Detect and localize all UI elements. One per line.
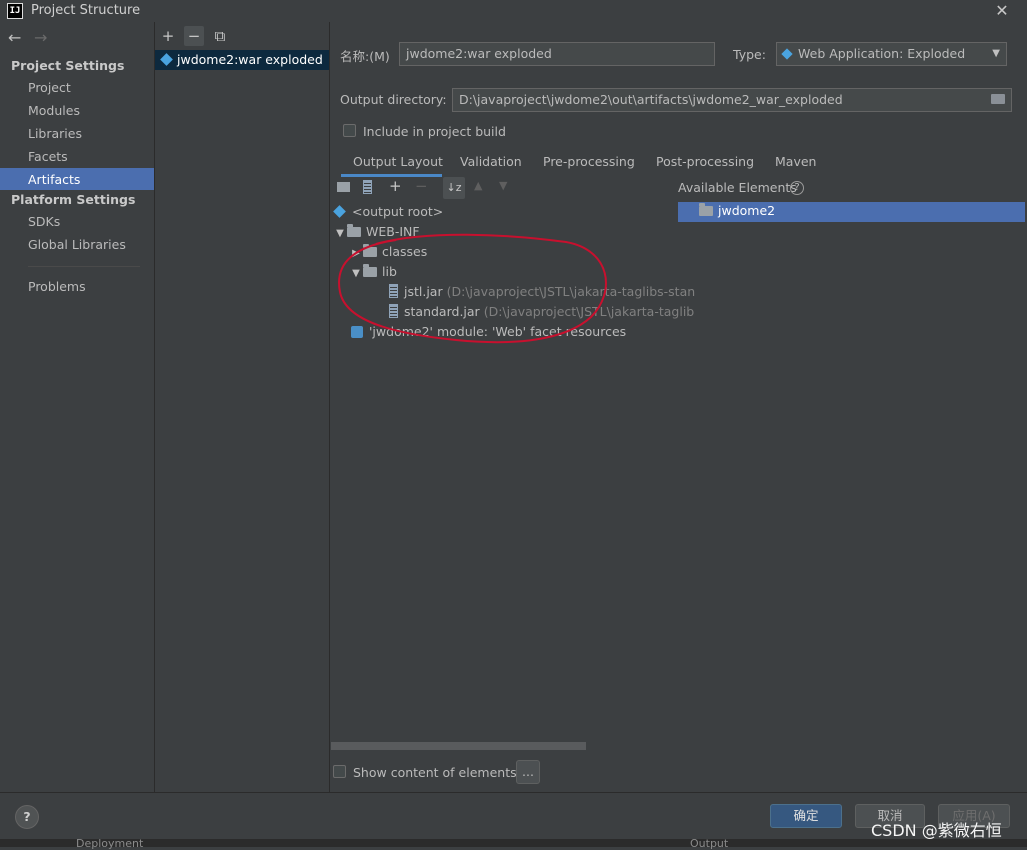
- back-arrow-icon[interactable]: ←: [8, 28, 21, 47]
- ok-button[interactable]: 确定: [770, 804, 842, 828]
- output-directory-field[interactable]: D:\javaproject\jwdome2\out\artifacts\jwd…: [452, 88, 1012, 112]
- tab-pre-processing[interactable]: Pre-processing: [543, 154, 635, 169]
- add-copy-icon[interactable]: +: [389, 177, 402, 195]
- more-options-button[interactable]: ...: [516, 760, 540, 784]
- forward-arrow-icon[interactable]: →: [34, 28, 47, 47]
- window-title: Project Structure: [31, 3, 141, 18]
- background-deployment-label: Deployment: [76, 837, 144, 850]
- tab-maven[interactable]: Maven: [775, 154, 816, 169]
- sidebar-item-modules[interactable]: Modules: [28, 103, 80, 118]
- show-content-checkbox[interactable]: [333, 765, 346, 778]
- help-circle-icon[interactable]: ?: [790, 181, 804, 195]
- available-item-jwdome2[interactable]: jwdome2: [699, 203, 775, 218]
- chevron-down-icon: ▼: [992, 48, 1000, 59]
- layout-toolbar: + − ↓z ▲ ▼: [331, 176, 671, 200]
- sidebar-item-artifacts[interactable]: Artifacts: [28, 172, 80, 187]
- create-directory-icon[interactable]: [337, 182, 350, 192]
- artifact-list-item[interactable]: jwdome2:war exploded: [160, 52, 323, 67]
- type-label: Type:: [733, 47, 766, 62]
- move-up-icon[interactable]: ▲: [474, 179, 482, 192]
- move-down-icon[interactable]: ▼: [499, 179, 507, 192]
- horizontal-scrollbar[interactable]: [331, 742, 586, 750]
- module-folder-icon: [699, 203, 713, 216]
- available-item-label: jwdome2: [718, 203, 776, 218]
- tree-node-output-root[interactable]: <output root>: [333, 202, 444, 222]
- type-value: Web Application: Exploded: [798, 46, 966, 61]
- name-field[interactable]: jwdome2:war exploded: [399, 42, 715, 66]
- copy-icon[interactable]: ⧉: [210, 26, 230, 46]
- web-artifact-icon: [160, 53, 173, 66]
- output-directory-label: Output directory:: [340, 92, 447, 107]
- include-build-label: Include in project build: [363, 124, 506, 139]
- remove-element-icon[interactable]: −: [415, 177, 428, 195]
- tree-label: <output root>: [352, 204, 444, 219]
- section-platform-settings: Platform Settings: [11, 192, 136, 207]
- sidebar-item-global-libraries[interactable]: Global Libraries: [28, 237, 126, 252]
- sidebar-item-facets[interactable]: Facets: [28, 149, 68, 164]
- background-output-label: Output: [690, 837, 729, 850]
- tab-validation[interactable]: Validation: [460, 154, 522, 169]
- show-content-label: Show content of elements: [353, 765, 517, 780]
- sidebar-divider: [28, 266, 140, 267]
- artifact-list-panel: [155, 22, 330, 792]
- intellij-logo-icon: IJ: [7, 3, 23, 19]
- help-icon[interactable]: ?: [15, 805, 39, 829]
- section-project-settings: Project Settings: [11, 58, 125, 73]
- output-root-icon: [333, 205, 346, 218]
- tab-post-processing[interactable]: Post-processing: [656, 154, 754, 169]
- name-label: 名称:(M): [340, 49, 390, 64]
- available-elements-label: Available Elements: [678, 180, 797, 195]
- watermark: CSDN @紫微右恒: [871, 821, 1002, 840]
- close-icon[interactable]: ✕: [992, 0, 1012, 22]
- include-build-checkbox[interactable]: [343, 124, 356, 137]
- tab-output-layout[interactable]: Output Layout: [353, 154, 443, 169]
- web-app-icon: [781, 48, 793, 60]
- artifact-name: jwdome2:war exploded: [177, 52, 323, 67]
- sidebar-item-project[interactable]: Project: [28, 80, 71, 95]
- create-archive-icon[interactable]: [363, 180, 372, 194]
- type-select[interactable]: Web Application: Exploded ▼: [776, 42, 1007, 66]
- title-bar: [0, 0, 1027, 22]
- sidebar-item-problems[interactable]: Problems: [28, 279, 86, 294]
- sort-elements-icon[interactable]: ↓z: [443, 177, 465, 199]
- remove-icon[interactable]: −: [184, 26, 204, 46]
- add-icon[interactable]: +: [158, 26, 178, 46]
- sidebar-item-sdks[interactable]: SDKs: [28, 214, 60, 229]
- sidebar-item-libraries[interactable]: Libraries: [28, 126, 82, 141]
- red-circle-annotation: [338, 233, 607, 344]
- browse-folder-icon[interactable]: [991, 94, 1005, 104]
